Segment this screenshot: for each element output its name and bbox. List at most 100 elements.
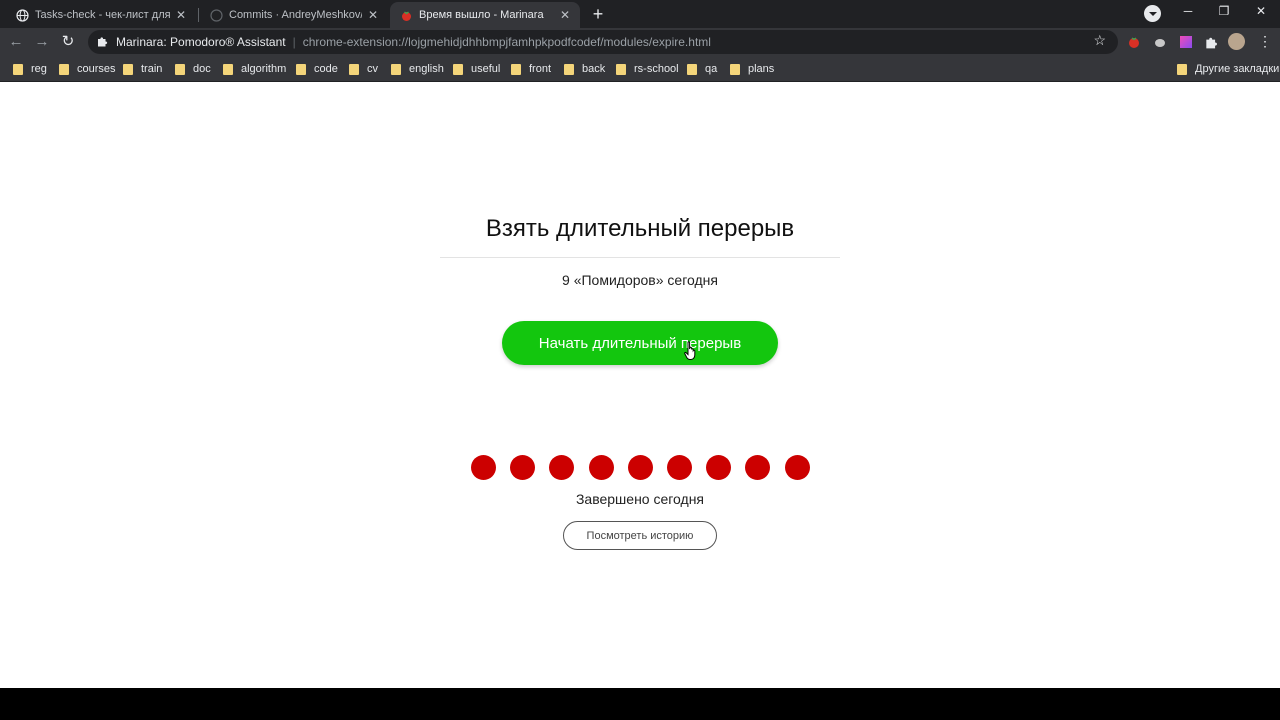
bookmarks-bar: reg courses train doc algorithm code cv …: [0, 56, 1280, 82]
folder-icon: [616, 63, 626, 75]
bookmark-folder-english[interactable]: english: [391, 61, 444, 77]
extensions-puzzle-icon[interactable]: [1204, 35, 1218, 49]
bookmark-label: cv: [367, 63, 378, 75]
pomodoro-dot: [510, 455, 536, 480]
restore-button[interactable]: ❐: [1209, 4, 1239, 18]
address-separator: |: [292, 35, 296, 49]
close-tab-icon[interactable]: ✕: [174, 8, 188, 22]
bookmark-folder-code[interactable]: code: [296, 61, 338, 77]
github-icon: [210, 8, 223, 22]
site-name: Marinara: Pomodoro® Assistant: [116, 35, 286, 49]
close-window-button[interactable]: ✕: [1246, 4, 1276, 18]
bookmark-folder-doc[interactable]: doc: [175, 61, 211, 77]
folder-icon: [175, 63, 185, 75]
folder-icon: [687, 63, 697, 75]
page-content: Взять длительный перерыв 9 «Помидоров» с…: [0, 82, 1280, 688]
pomodoro-count-text: 9 «Помидоров» сегодня: [562, 272, 718, 288]
pomodoro-dot: [784, 455, 810, 480]
tab-strip: Tasks-check - чек-лист для пров ✕ Commit…: [0, 0, 1280, 28]
address-bar[interactable]: Marinara: Pomodoro® Assistant | chrome-e…: [88, 30, 1118, 54]
bookmark-label: reg: [31, 63, 47, 75]
tab-title: Время вышло - Marinara: [419, 9, 544, 21]
folder-icon: [123, 63, 133, 75]
folder-icon: [564, 63, 574, 75]
folder-icon: [59, 63, 69, 75]
tab-separator: [198, 8, 199, 22]
bookmark-label: back: [582, 63, 606, 75]
tab-search-icon[interactable]: [1144, 5, 1161, 22]
profile-avatar[interactable]: [1228, 33, 1245, 50]
bookmark-label: train: [141, 63, 163, 75]
pomodoro-dot: [471, 455, 496, 480]
reload-button[interactable]: ↻: [58, 32, 78, 52]
bookmark-folder-algorithm[interactable]: algorithm: [223, 61, 286, 77]
bookmark-folder-rs-school[interactable]: rs-school: [616, 61, 679, 77]
bookmark-folder-cv[interactable]: cv: [349, 61, 378, 77]
folder-icon: [13, 63, 23, 75]
bookmark-folder-useful[interactable]: useful: [453, 61, 500, 77]
bottom-black-bar: [0, 688, 1280, 720]
bookmark-label: algorithm: [241, 63, 287, 75]
bookmark-label: code: [314, 63, 338, 75]
folder-icon: [1177, 63, 1187, 75]
folder-icon: [296, 63, 306, 75]
extension-gradient-icon[interactable]: [1179, 35, 1193, 49]
pomodoro-dot: [627, 455, 653, 480]
bookmark-folder-back[interactable]: back: [564, 61, 605, 77]
completed-pomodoros-row: [0, 455, 1280, 481]
extension-ghost-icon[interactable]: [1153, 35, 1167, 49]
bookmark-label: courses: [77, 63, 116, 75]
tab-tasks-check[interactable]: Tasks-check - чек-лист для пров ✕: [6, 2, 196, 28]
bookmark-label: rs-school: [634, 63, 679, 75]
pomodoro-dot: [706, 455, 732, 480]
folder-icon: [223, 63, 233, 75]
completed-today-label: Завершено сегодня: [575, 491, 705, 507]
folder-icon: [453, 63, 463, 75]
bookmark-label: plans: [748, 63, 775, 75]
globe-icon: [16, 8, 29, 22]
pomodoro-dot: [549, 455, 575, 480]
close-tab-icon[interactable]: ✕: [366, 8, 380, 22]
bookmark-star-icon[interactable]: ☆: [1093, 32, 1106, 49]
browser-toolbar: ← → ↻ Marinara: Pomodoro® Assistant | ch…: [0, 28, 1280, 56]
close-tab-icon[interactable]: ✕: [558, 8, 572, 22]
folder-icon: [511, 63, 521, 75]
bookmark-folder-train[interactable]: train: [123, 61, 162, 77]
view-history-button[interactable]: Посмотреть историю: [563, 521, 717, 550]
tab-title: Commits · AndreyMeshkov/clean: [229, 9, 362, 21]
extension-tomato-icon[interactable]: [1127, 35, 1141, 49]
bookmark-folder-qa[interactable]: qa: [687, 61, 717, 77]
folder-icon: [391, 63, 401, 75]
divider: [440, 257, 840, 258]
back-button[interactable]: ←: [6, 32, 26, 52]
menu-kebab-icon[interactable]: ⋮: [1258, 34, 1272, 48]
bookmark-label: english: [409, 63, 444, 75]
bookmark-label: front: [529, 63, 552, 75]
folder-icon: [730, 63, 740, 75]
minimize-button[interactable]: ─: [1173, 4, 1203, 18]
bookmark-label: qa: [705, 63, 718, 75]
bookmark-label: useful: [471, 63, 501, 75]
bookmark-label: Другие закладки: [1195, 63, 1280, 75]
start-long-break-button[interactable]: Начать длительный перерыв: [502, 321, 778, 365]
hand-cursor-icon: [684, 341, 696, 360]
forward-button[interactable]: →: [32, 32, 52, 52]
bookmark-folder-plans[interactable]: plans: [730, 61, 774, 77]
bookmark-label: doc: [193, 63, 211, 75]
bookmark-folder-front[interactable]: front: [511, 61, 551, 77]
bookmark-folder-reg[interactable]: reg: [13, 61, 47, 77]
tomato-icon: [400, 9, 413, 22]
bookmark-folder-courses[interactable]: courses: [59, 61, 116, 77]
other-bookmarks-folder[interactable]: Другие закладки: [1177, 61, 1279, 77]
folder-icon: [349, 63, 359, 75]
tab-marinara[interactable]: Время вышло - Marinara ✕: [390, 2, 580, 28]
pomodoro-dot: [588, 455, 614, 480]
tab-commits[interactable]: Commits · AndreyMeshkov/clean ✕: [200, 2, 388, 28]
puzzle-icon: [96, 35, 108, 50]
url-text: chrome-extension://lojgmehidjdhhbmpjfamh…: [302, 35, 711, 49]
pomodoro-dot: [667, 455, 692, 480]
new-tab-button[interactable]: +: [588, 4, 608, 24]
page-title: Взять длительный перерыв: [485, 215, 795, 242]
tab-title: Tasks-check - чек-лист для пров: [35, 9, 170, 21]
pomodoro-dot: [745, 455, 771, 480]
